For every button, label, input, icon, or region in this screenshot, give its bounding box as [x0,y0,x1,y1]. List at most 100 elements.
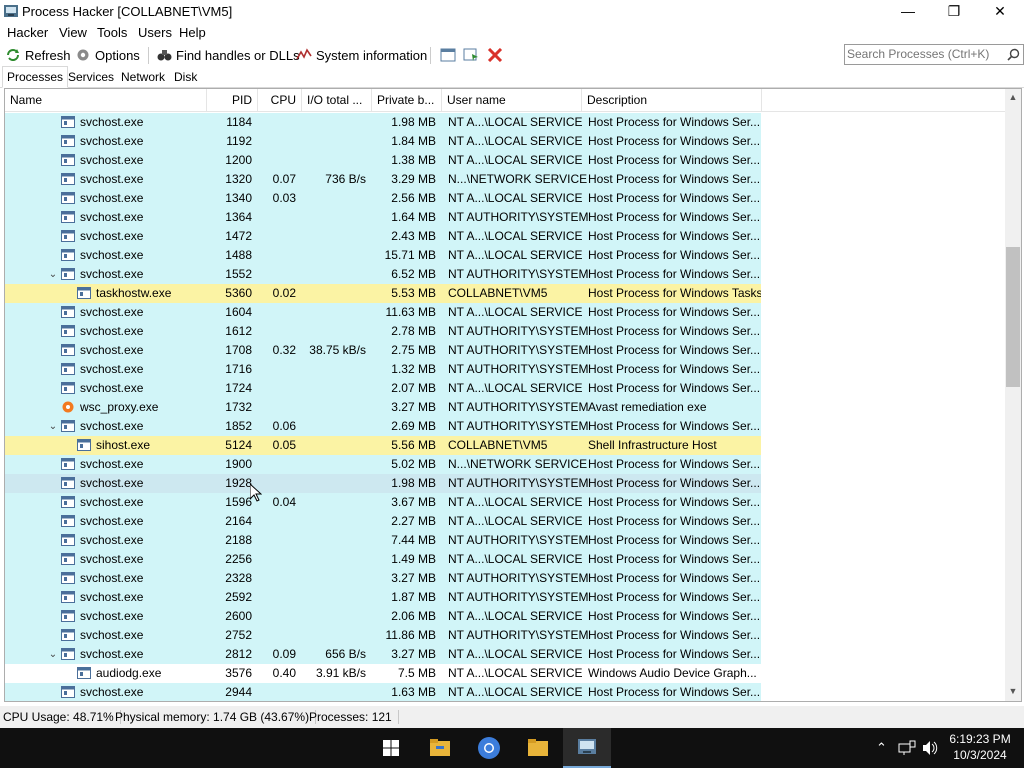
menu-tools[interactable]: Tools [97,25,127,40]
menu-users[interactable]: Users [138,25,172,40]
process-pid: 1928 [225,476,252,490]
process-pid: 1364 [225,210,252,224]
menu-help[interactable]: Help [179,25,206,40]
process-io-total [302,132,366,151]
process-row[interactable]: ⌄ svchost.exe 2812 0.09 656 B/s 3.27 MB NT A..… [5,645,761,664]
process-list[interactable]: Name PID CPU I/O total ... Private b... … [4,88,1022,702]
minimize-button[interactable]: — [885,0,931,24]
process-row[interactable]: svchost.exe 2188 7.44 MB NT AUTHORITY\SYSTE… [5,531,761,550]
process-row[interactable]: svchost.exe 2592 1.87 MB NT AUTHORITY\SYSTE… [5,588,761,607]
process-row[interactable]: ⌄ svchost.exe 1852 0.06 2.69 MB NT AUTHORITY\… [5,417,761,436]
process-row[interactable]: taskhostw.exe 5360 0.02 5.53 MB COLLABNET\VM… [5,284,761,303]
expand-chevron-icon[interactable]: ⌄ [47,417,59,436]
search-processes-box[interactable] [844,44,1024,65]
window-button[interactable] [440,46,460,64]
process-row[interactable]: svchost.exe 1488 15.71 MB NT A...\LOCAL SER… [5,246,761,265]
process-window-icon [61,135,75,147]
process-row[interactable]: svchost.exe 1724 2.07 MB NT A...\LOCAL SERV… [5,379,761,398]
process-pid: 1604 [225,305,252,319]
process-private-bytes: 11.86 MB [385,628,436,642]
column-description[interactable]: Description [582,89,762,111]
process-description: Host Process for Windows Ser... [588,476,761,490]
process-row[interactable]: svchost.exe 1340 0.03 2.56 MB NT A...\LOCAL … [5,189,761,208]
column-cpu[interactable]: CPU [258,89,302,111]
process-row[interactable]: svchost.exe 1604 11.63 MB NT A...\LOCAL SER… [5,303,761,322]
search-input[interactable] [847,46,999,62]
column-header: Name PID CPU I/O total ... Private b... … [5,89,1005,112]
process-name: svchost.exe [80,191,144,205]
process-row[interactable]: ⌄ svchost.exe 1552 6.52 MB NT AUTHORITY\SYST… [5,265,761,284]
process-pid: 1340 [225,191,252,205]
process-row[interactable]: svchost.exe 1928 1.98 MB NT AUTHORITY\SYSTE… [5,474,761,493]
find-handles-button[interactable]: Find handles or DLLs [157,46,300,64]
process-row[interactable]: svchost.exe 1364 1.64 MB NT AUTHORITY\SYSTE… [5,208,761,227]
menu-bar: Hacker View Tools Users Help [0,24,1024,43]
system-clock[interactable]: 6:19:23 PM 10/3/2024 [944,731,1016,763]
scroll-up-icon[interactable]: ▲ [1005,89,1021,105]
process-row[interactable]: svchost.exe 1320 0.07 736 B/s 3.29 MB N...\NE… [5,170,761,189]
expand-chevron-icon[interactable]: ⌄ [47,265,59,284]
tab-disk[interactable]: Disk [170,68,201,86]
close-button[interactable]: ✕ [977,0,1023,24]
maximize-button[interactable]: ❐ [931,0,977,24]
process-row[interactable]: svchost.exe 1708 0.32 38.75 kB/s 2.75 MB NT A… [5,341,761,360]
column-name[interactable]: Name [5,89,207,111]
chrome-button[interactable] [465,728,513,768]
avast-icon [62,401,74,413]
process-hacker-taskbar-button[interactable] [563,728,611,768]
expand-chevron-icon[interactable]: ⌄ [47,645,59,664]
process-row[interactable]: svchost.exe 1472 2.43 MB NT A...\LOCAL SERV… [5,227,761,246]
column-private-bytes[interactable]: Private b... [372,89,442,111]
process-window-icon [61,591,75,603]
folder-button[interactable] [514,728,562,768]
process-description: Host Process for Windows Ser... [588,210,761,224]
process-row[interactable]: svchost.exe 2256 1.49 MB NT A...\LOCAL SERV… [5,550,761,569]
process-pid: 1184 [226,115,252,129]
column-user-name[interactable]: User name [442,89,582,111]
process-row[interactable]: svchost.exe 1184 1.98 MB NT A...\LOCAL SERV… [5,113,761,132]
process-row[interactable]: svchost.exe 1900 5.02 MB N...\NETWORK SERVI… [5,455,761,474]
process-row[interactable]: svchost.exe 2752 11.86 MB NT AUTHORITY\SYST… [5,626,761,645]
scroll-down-icon[interactable]: ▼ [1005,683,1021,699]
process-row[interactable]: sihost.exe 5124 0.05 5.56 MB COLLABNET\VM5 Sh… [5,436,761,455]
process-io-total [302,398,366,417]
process-row[interactable]: svchost.exe 1716 1.32 MB NT AUTHORITY\SYSTE… [5,360,761,379]
clock-date: 10/3/2024 [953,748,1007,762]
start-button[interactable] [367,728,415,768]
terminate-button[interactable] [487,46,507,64]
process-row[interactable]: svchost.exe 1596 0.04 3.67 MB NT A...\LOCAL … [5,493,761,512]
process-private-bytes: 3.29 MB [391,172,436,186]
process-row[interactable]: audiodg.exe 3576 0.40 3.91 kB/s 7.5 MB NT A..… [5,664,761,683]
process-row[interactable]: svchost.exe 1612 2.78 MB NT AUTHORITY\SYSTE… [5,322,761,341]
system-information-button[interactable]: System information [296,46,427,64]
search-icon[interactable] [1007,48,1020,61]
process-user-name: COLLABNET\VM5 [448,438,548,452]
options-button[interactable]: Options [75,46,140,64]
column-io-total[interactable]: I/O total ... [302,89,372,111]
process-row[interactable]: svchost.exe 1192 1.84 MB NT A...\LOCAL SERV… [5,132,761,151]
process-row[interactable]: svchost.exe 2164 2.27 MB NT A...\LOCAL SERV… [5,512,761,531]
tab-processes[interactable]: Processes [2,66,69,88]
process-hacker-icon [4,5,18,17]
tab-network[interactable]: Network [117,68,169,86]
tab-services[interactable]: Services [64,68,118,86]
vertical-scrollbar[interactable]: ▲ ▼ [1005,89,1021,701]
window-target-button[interactable] [463,46,483,64]
menu-hacker[interactable]: Hacker [7,25,48,40]
menu-view[interactable]: View [59,25,87,40]
process-description: Host Process for Windows Ser... [588,324,761,338]
process-row[interactable]: svchost.exe 1200 1.38 MB NT A...\LOCAL SERV… [5,151,761,170]
scrollbar-thumb[interactable] [1006,247,1020,387]
process-row[interactable]: svchost.exe 2328 3.27 MB NT AUTHORITY\SYSTE… [5,569,761,588]
file-explorer-button[interactable] [416,728,464,768]
process-io-total [302,303,366,322]
process-row[interactable]: svchost.exe 2944 1.63 MB NT A...\LOCAL SERV… [5,683,761,701]
volume-icon[interactable] [922,740,938,756]
process-description: Host Process for Windows Ser... [588,343,761,357]
process-row[interactable]: svchost.exe 2600 2.06 MB NT A...\LOCAL SERV… [5,607,761,626]
process-row[interactable]: wsc_proxy.exe 1732 3.27 MB NT AUTHORITY\SYS… [5,398,761,417]
refresh-button[interactable]: Refresh [5,46,71,64]
show-hidden-icons-icon[interactable]: ⌃ [876,740,887,756]
column-pid[interactable]: PID [207,89,258,111]
network-icon[interactable] [898,740,916,756]
